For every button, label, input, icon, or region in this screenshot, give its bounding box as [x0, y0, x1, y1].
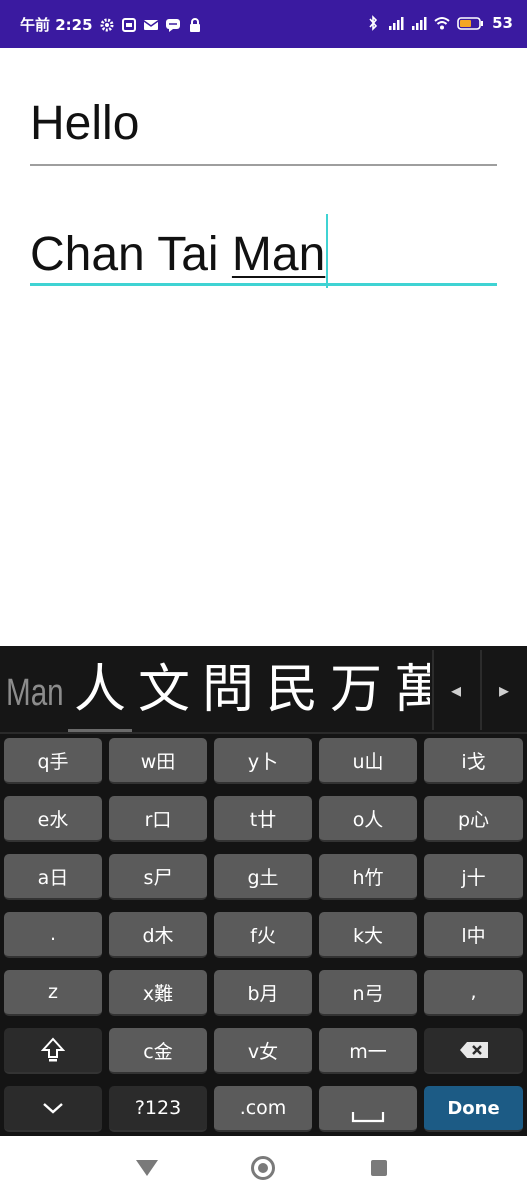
status-time: 午前 2:25: [20, 16, 93, 34]
key-d[interactable]: d木: [109, 912, 207, 958]
key-z[interactable]: z: [4, 970, 102, 1016]
key-r[interactable]: r口: [109, 796, 207, 842]
delete-key[interactable]: [424, 1028, 523, 1074]
space-key[interactable]: [319, 1086, 417, 1132]
key-m[interactable]: m一: [319, 1028, 417, 1074]
key-q[interactable]: q手: [4, 738, 102, 784]
status-left: 午前 2:25: [20, 14, 203, 35]
lock-icon: [189, 17, 200, 32]
shift-icon: [41, 1037, 65, 1062]
key-b[interactable]: b月: [214, 970, 312, 1016]
signal-icon: [389, 17, 404, 30]
candidate-item[interactable]: 人: [68, 660, 132, 732]
chevron-right-icon: ▸: [498, 678, 510, 702]
key-s[interactable]: s尸: [109, 854, 207, 900]
done-key[interactable]: Done: [424, 1086, 523, 1132]
key-e[interactable]: e水: [4, 796, 102, 842]
cangjie-keyboard: Man 人 文 問 民 万 萬 ◂ ▸ q手 w田 y卜 u山 i戈 e水 r口…: [0, 646, 527, 1136]
gallery-icon: [121, 17, 136, 32]
battery-icon: [457, 17, 484, 30]
key-comma[interactable]: ,: [424, 970, 523, 1016]
mail-icon: [143, 19, 158, 30]
key-t[interactable]: t廿: [214, 796, 312, 842]
key-w[interactable]: w田: [109, 738, 207, 784]
key-x[interactable]: x難: [109, 970, 207, 1016]
key-l[interactable]: l中: [424, 912, 523, 958]
hide-keyboard-key[interactable]: [4, 1086, 102, 1132]
candidate-composing-text: Man: [6, 672, 64, 714]
key-i[interactable]: i戈: [424, 738, 523, 784]
candidate-list: 人 文 問 民 万 萬: [68, 660, 430, 732]
recents-icon[interactable]: [371, 1160, 387, 1176]
chevron-left-icon: ◂: [450, 678, 462, 702]
home-icon[interactable]: [251, 1156, 275, 1180]
second-field-text: Chan Tai: [30, 228, 232, 281]
name-input-field[interactable]: Chan Tai Man: [30, 214, 497, 288]
bluetooth-icon: [369, 15, 378, 31]
chevron-down-icon: [43, 1103, 63, 1114]
wifi-icon: [434, 17, 450, 30]
status-right: 53: [365, 14, 513, 32]
battery-level: 53: [492, 14, 513, 32]
key-u[interactable]: u山: [319, 738, 417, 784]
key-c[interactable]: c金: [109, 1028, 207, 1074]
message-icon: [165, 18, 180, 32]
key-p[interactable]: p心: [424, 796, 523, 842]
key-o[interactable]: o人: [319, 796, 417, 842]
space-icon: [351, 1112, 385, 1123]
first-name-field[interactable]: Hello: [30, 96, 497, 166]
candidate-next-button[interactable]: ▸: [480, 650, 526, 730]
back-icon[interactable]: [136, 1160, 158, 1176]
settings-icon: [100, 18, 114, 31]
candidate-item[interactable]: 萬: [388, 660, 430, 732]
signal-icon: [412, 17, 427, 30]
candidate-item[interactable]: 万: [324, 660, 388, 732]
key-k[interactable]: k大: [319, 912, 417, 958]
first-field-text: Hello: [30, 97, 140, 150]
candidate-item[interactable]: 民: [260, 660, 324, 732]
key-j[interactable]: j十: [424, 854, 523, 900]
symbols-key[interactable]: ?123: [109, 1086, 207, 1132]
composing-text: Man: [231, 228, 326, 281]
key-f[interactable]: f火: [214, 912, 312, 958]
key-period[interactable]: .: [4, 912, 102, 958]
key-v[interactable]: v女: [214, 1028, 312, 1074]
text-cursor: [326, 214, 329, 288]
key-n[interactable]: n弓: [319, 970, 417, 1016]
candidate-bar: Man 人 文 問 民 万 萬 ◂ ▸: [0, 646, 527, 734]
candidate-item[interactable]: 問: [196, 660, 260, 732]
key-h[interactable]: h竹: [319, 854, 417, 900]
candidate-prev-button[interactable]: ◂: [432, 650, 478, 730]
shift-key[interactable]: [4, 1028, 102, 1074]
backspace-icon: [459, 1042, 488, 1058]
key-g[interactable]: g土: [214, 854, 312, 900]
dotcom-key[interactable]: .com: [214, 1086, 312, 1132]
key-y[interactable]: y卜: [214, 738, 312, 784]
status-bar: 午前 2:25 53: [0, 0, 527, 48]
key-a[interactable]: a日: [4, 854, 102, 900]
candidate-item[interactable]: 文: [132, 660, 196, 732]
navigation-bar: [0, 1136, 527, 1200]
